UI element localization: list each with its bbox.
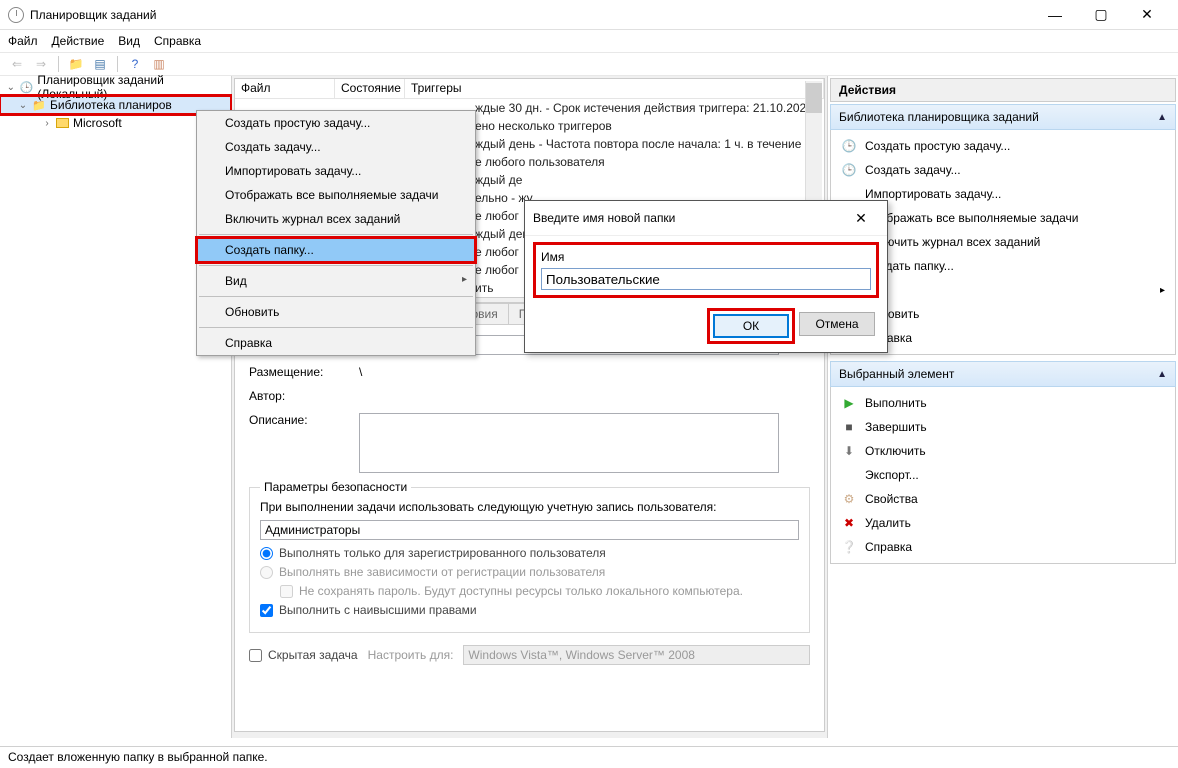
action-item[interactable]: Экспорт...: [831, 463, 1175, 487]
action-icon: ✖: [841, 515, 857, 531]
action-icon: ⚙: [841, 491, 857, 507]
ctx-help[interactable]: Справка: [197, 331, 475, 355]
action-label: Выполнить: [865, 396, 927, 410]
action-label: Свойства: [865, 492, 918, 506]
action-label: Завершить: [865, 420, 927, 434]
menu-action[interactable]: Действие: [52, 34, 105, 48]
label-location: Размещение:: [249, 365, 359, 379]
action-label: Отображать все выполняемые задачи: [865, 211, 1079, 225]
action-label: Отключить: [865, 444, 926, 458]
up-button[interactable]: 📁: [65, 54, 87, 74]
label-author: Автор:: [249, 389, 359, 403]
titlebar: Планировщик заданий — ▢ ✕: [0, 0, 1178, 30]
dialog-title: Введите имя новой папки: [533, 211, 675, 225]
ctx-item[interactable]: Создать задачу...: [197, 135, 475, 159]
window-title: Планировщик заданий: [30, 8, 1032, 22]
col-triggers[interactable]: Триггеры: [405, 79, 824, 98]
ctx-item[interactable]: Отображать все выполняемые задачи: [197, 183, 475, 207]
check-highest-priv[interactable]: Выполнить с наивысшими правами: [260, 603, 799, 617]
dialog-ok-button[interactable]: ОК: [713, 314, 789, 338]
dialog-close-button[interactable]: ✕: [843, 207, 879, 229]
ctx-refresh[interactable]: Обновить: [197, 300, 475, 324]
action-icon: [841, 467, 857, 483]
menu-file[interactable]: Файл: [8, 34, 38, 48]
combo-config-for[interactable]: Windows Vista™, Windows Server™ 2008: [463, 645, 810, 665]
action-label: Включить журнал всех заданий: [865, 235, 1040, 249]
action-icon: ⬇: [841, 443, 857, 459]
help-button[interactable]: ?: [124, 54, 146, 74]
action-icon: 🕒: [841, 162, 857, 178]
input-description[interactable]: [359, 413, 779, 473]
ctx-item[interactable]: Создать простую задачу...: [197, 111, 475, 135]
menubar: Файл Действие Вид Справка: [0, 30, 1178, 52]
new-folder-dialog: Введите имя новой папки ✕ Имя ОК Отмена: [524, 200, 888, 353]
action-label: Справка: [865, 540, 912, 554]
props-button[interactable]: ▤: [89, 54, 111, 74]
legend-security: Параметры безопасности: [260, 480, 411, 494]
folder-icon: [56, 118, 69, 128]
action-icon: ▶: [841, 395, 857, 411]
check-no-save-pw[interactable]: Не сохранять пароль. Будут доступны ресу…: [260, 584, 799, 598]
statusbar: Создает вложенную папку в выбранной папк…: [0, 746, 1178, 768]
back-button[interactable]: ⇐: [6, 54, 28, 74]
check-hidden-task[interactable]: Скрытая задача: [249, 648, 358, 662]
ctx-item[interactable]: Включить журнал всех заданий: [197, 207, 475, 231]
action-icon: ■: [841, 419, 857, 435]
task-list-header: Файл Состояние Триггеры: [235, 79, 824, 99]
action-item[interactable]: ✖ Удалить: [831, 511, 1175, 535]
radio-logged-in[interactable]: Выполнять только для зарегистрированного…: [260, 546, 799, 560]
col-state[interactable]: Состояние: [335, 79, 405, 98]
tree-root[interactable]: ⌄ 🕒 Планировщик заданий (Локальный): [0, 78, 231, 96]
task-detail: Общие Триггеры Действия Условия Параметр…: [234, 302, 825, 732]
action-item[interactable]: ❔ Справка: [831, 535, 1175, 559]
action-item[interactable]: 🕒 Создать задачу...: [831, 158, 1175, 182]
ctx-view[interactable]: Вид: [197, 269, 475, 293]
action-label: Создать простую задачу...: [865, 139, 1010, 153]
action-item[interactable]: ⬇ Отключить: [831, 439, 1175, 463]
action-icon: 🕒: [841, 138, 857, 154]
ctx-item[interactable]: Импортировать задачу...: [197, 159, 475, 183]
tree-microsoft-label: Microsoft: [73, 116, 122, 130]
radio-any-login[interactable]: Выполнять вне зависимости от регистрации…: [260, 565, 799, 579]
security-note: При выполнении задачи использовать следу…: [260, 500, 799, 514]
action-icon: ❔: [841, 539, 857, 555]
col-file[interactable]: Файл: [235, 79, 335, 98]
context-menu: Создать простую задачу...Создать задачу.…: [196, 110, 476, 356]
action-item[interactable]: ⚙ Свойства: [831, 487, 1175, 511]
close-button[interactable]: ✕: [1124, 0, 1170, 30]
action-item[interactable]: 🕒 Создать простую задачу...: [831, 134, 1175, 158]
actions-pane: Действия Библиотека планировщика заданий…: [828, 76, 1178, 738]
forward-button[interactable]: ⇒: [30, 54, 52, 74]
action-label: Создать задачу...: [865, 163, 961, 177]
menu-help[interactable]: Справка: [154, 34, 201, 48]
action-label: Экспорт...: [865, 468, 919, 482]
action-label: Импортировать задачу...: [865, 187, 1001, 201]
clock-icon: [8, 7, 24, 23]
dialog-cancel-button[interactable]: Отмена: [799, 312, 875, 336]
ctx-create-folder[interactable]: Создать папку...: [197, 238, 475, 262]
dialog-name-input[interactable]: [541, 268, 871, 290]
maximize-button[interactable]: ▢: [1078, 0, 1124, 30]
menu-view[interactable]: Вид: [118, 34, 140, 48]
value-location: \: [359, 365, 362, 379]
action-label: Удалить: [865, 516, 911, 530]
label-config-for: Настроить для:: [368, 648, 454, 662]
actions-header: Действия: [830, 78, 1176, 102]
actions-section-selected[interactable]: Выбранный элемент▲: [830, 361, 1176, 387]
tree-root-label: Планировщик заданий (Локальный): [37, 73, 231, 101]
label-description: Описание:: [249, 413, 359, 427]
action-item[interactable]: ▶ Выполнить: [831, 391, 1175, 415]
security-account: Администраторы: [260, 520, 799, 540]
minimize-button[interactable]: —: [1032, 0, 1078, 30]
tree-library-label: Библиотека планиров: [50, 98, 172, 112]
action-item[interactable]: ■ Завершить: [831, 415, 1175, 439]
dialog-name-label: Имя: [541, 250, 871, 264]
pane-button[interactable]: ▥: [148, 54, 170, 74]
actions-section-library[interactable]: Библиотека планировщика заданий▲: [830, 104, 1176, 130]
